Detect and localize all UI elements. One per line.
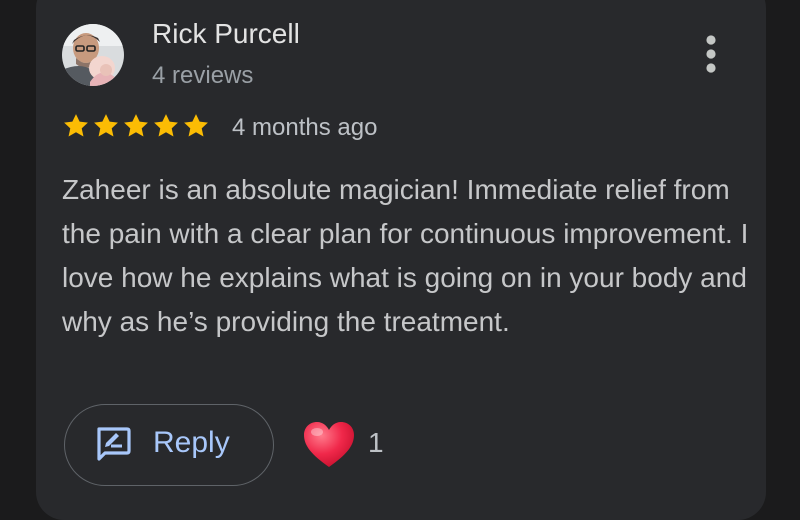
reviewer-review-count: 4 reviews xyxy=(152,62,254,89)
like-count: 1 xyxy=(368,427,384,458)
reviewer-name[interactable]: Rick Purcell xyxy=(152,18,300,50)
avatar[interactable] xyxy=(62,24,124,86)
more-options-button[interactable] xyxy=(690,30,732,78)
star-icon xyxy=(152,112,180,142)
rate-review-icon xyxy=(97,427,131,461)
star-icon xyxy=(62,112,90,142)
star-icon xyxy=(182,112,210,142)
star-rating xyxy=(62,112,210,142)
star-icon xyxy=(92,112,120,142)
more-vert-icon xyxy=(706,35,716,73)
reply-button-label[interactable]: Reply xyxy=(153,426,230,460)
star-icon xyxy=(122,112,150,142)
review-text: Zaheer is an absolute magician! Immediat… xyxy=(62,174,749,337)
review-date: 4 months ago xyxy=(232,114,378,141)
heart-icon[interactable] xyxy=(302,420,356,470)
